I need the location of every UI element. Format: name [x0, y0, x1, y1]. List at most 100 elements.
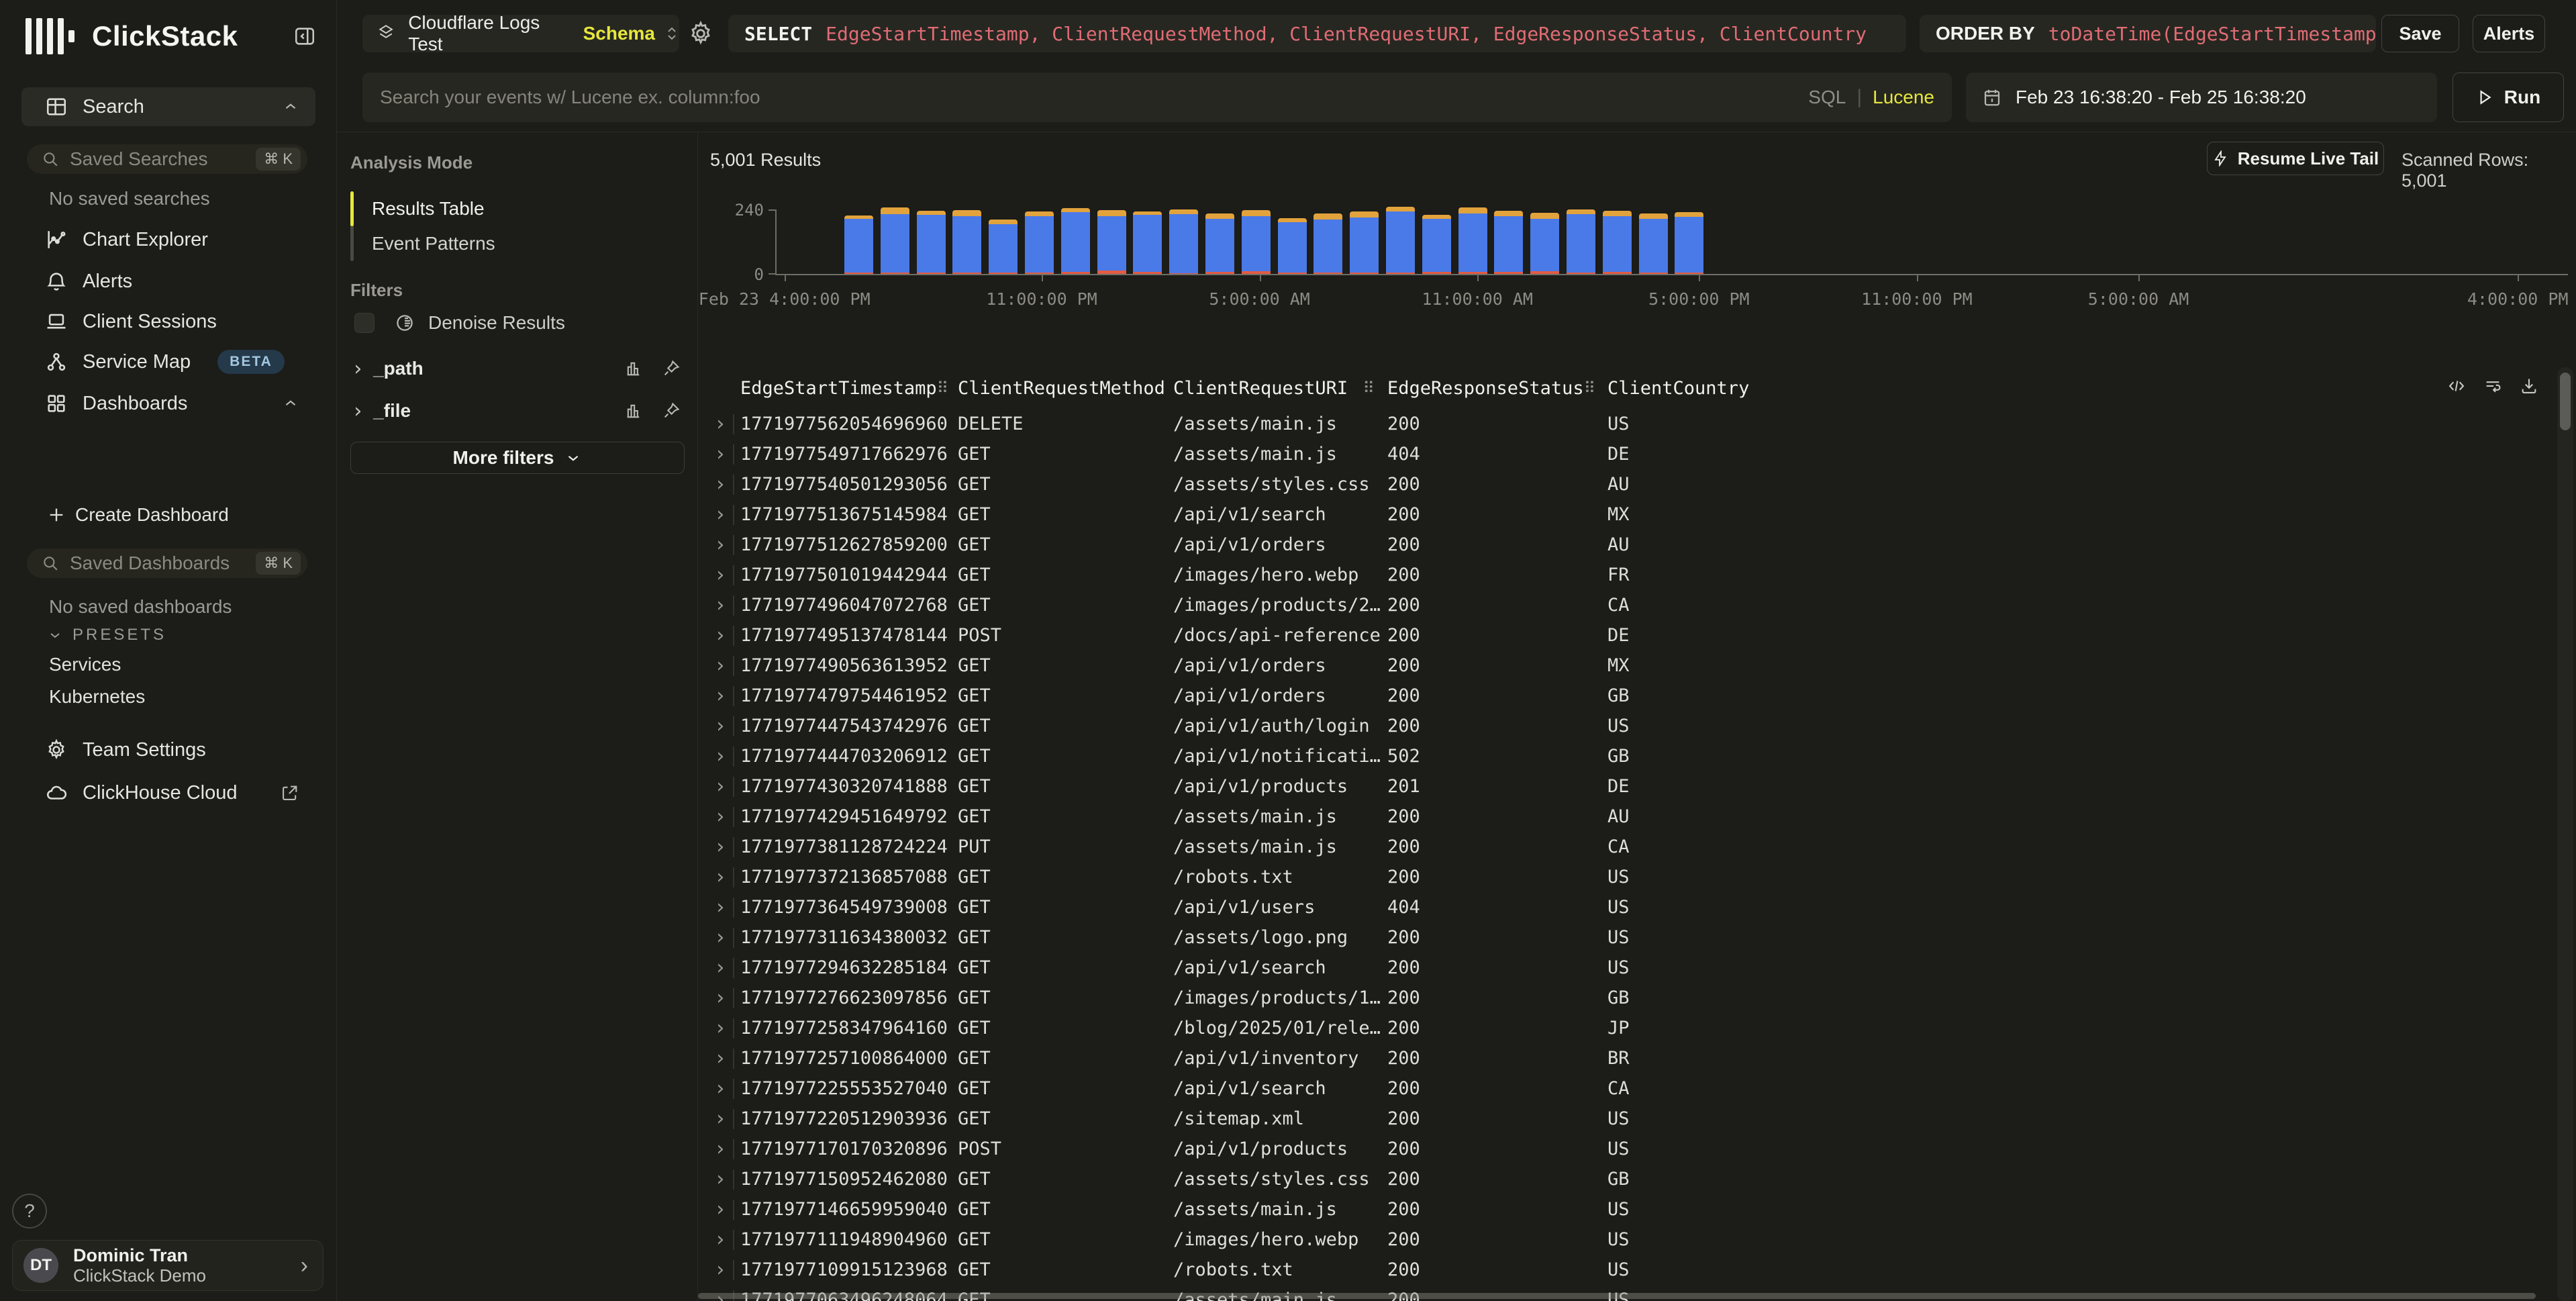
expand-row-icon[interactable]: ›	[707, 533, 733, 557]
column-header[interactable]: EdgeStartTimestamp⠿	[734, 378, 952, 399]
saved-searches-search[interactable]: ⌘ K	[27, 144, 307, 174]
expand-row-icon[interactable]: ›	[707, 986, 733, 1010]
table-row[interactable]: › 1771977549717662976 GET /assets/main.j…	[707, 439, 2516, 469]
filter-field-file[interactable]: › _file	[352, 396, 683, 426]
table-row[interactable]: › 1771977540501293056 GET /assets/styles…	[707, 469, 2516, 499]
event-search-box[interactable]: SQL | Lucene	[362, 73, 1952, 122]
filter-field-path[interactable]: › _path	[352, 354, 683, 383]
sidebar-item-service-map[interactable]: Service Map BETA	[21, 342, 315, 381]
source-selector[interactable]: Cloudflare Logs Test Schema	[362, 15, 679, 52]
preset-kubernetes[interactable]: Kubernetes	[49, 686, 145, 708]
download-icon[interactable]	[2520, 377, 2538, 395]
table-row[interactable]: › 1771977490563613952 GET /api/v1/orders…	[707, 650, 2516, 681]
expand-row-icon[interactable]: ›	[707, 1137, 733, 1161]
table-row[interactable]: › 1771977429451649792 GET /assets/main.j…	[707, 802, 2516, 832]
column-header[interactable]: EdgeResponseStatus⠿	[1381, 378, 1601, 399]
sql-toggle[interactable]: SQL	[1808, 87, 1846, 108]
horizontal-scrollbar[interactable]	[698, 1293, 2536, 1299]
table-row[interactable]: › 1771977258347964160 GET /blog/2025/01/…	[707, 1013, 2516, 1043]
select-clause-editor[interactable]: SELECT EdgeStartTimestamp, ClientRequest…	[728, 15, 1906, 52]
table-row[interactable]: › 1771977512627859200 GET /api/v1/orders…	[707, 530, 2516, 560]
order-by-editor[interactable]: ORDER BY toDateTime(EdgeStartTimestamp /	[1920, 15, 2376, 52]
presets-section-toggle[interactable]: PRESETS	[47, 626, 166, 644]
expand-row-icon[interactable]: ›	[707, 805, 733, 828]
collapse-sidebar-icon[interactable]	[293, 25, 316, 48]
expand-row-icon[interactable]: ›	[707, 926, 733, 949]
table-row[interactable]: › 1771977220512903936 GET /sitemap.xml 2…	[707, 1104, 2516, 1134]
user-menu[interactable]: DT Dominic Tran ClickStack Demo ›	[12, 1240, 324, 1291]
table-row[interactable]: › 1771977150952462080 GET /assets/styles…	[707, 1164, 2516, 1194]
pin-icon[interactable]	[662, 401, 681, 420]
table-row[interactable]: › 1771977257100864000 GET /api/v1/invent…	[707, 1043, 2516, 1073]
column-header[interactable]: ClientRequestURI⠿	[1167, 378, 1381, 399]
help-button[interactable]: ?	[12, 1194, 47, 1228]
expand-row-icon[interactable]: ›	[707, 1198, 733, 1221]
run-button[interactable]: Run	[2453, 73, 2564, 122]
table-row[interactable]: › 1771977562054696960 DELETE /assets/mai…	[707, 409, 2516, 439]
sidebar-item-clickhouse-cloud[interactable]: ClickHouse Cloud	[21, 773, 315, 812]
expand-row-icon[interactable]: ›	[707, 1258, 733, 1282]
expand-row-icon[interactable]: ›	[707, 442, 733, 466]
table-row[interactable]: › 1771977109915123968 GET /robots.txt 20…	[707, 1255, 2516, 1285]
expand-row-icon[interactable]: ›	[707, 412, 733, 436]
expand-row-icon[interactable]: ›	[707, 714, 733, 738]
expand-row-icon[interactable]: ›	[707, 865, 733, 889]
table-row[interactable]: › 1771977111948904960 GET /images/hero.w…	[707, 1224, 2516, 1255]
bar-chart-icon[interactable]	[624, 359, 643, 378]
table-row[interactable]: › 1771977496047072768 GET /images/produc…	[707, 590, 2516, 620]
table-row[interactable]: › 1771977276623097856 GET /images/produc…	[707, 983, 2516, 1013]
bar-chart-icon[interactable]	[624, 401, 643, 420]
column-header[interactable]: ClientCountry	[1601, 378, 2516, 399]
expand-row-icon[interactable]: ›	[707, 684, 733, 708]
sidebar-item-client-sessions[interactable]: Client Sessions	[21, 302, 315, 341]
table-row[interactable]: › 1771977447543742976 GET /api/v1/auth/l…	[707, 711, 2516, 741]
denoise-checkbox[interactable]	[354, 313, 375, 333]
sidebar-item-alerts[interactable]: Alerts	[21, 262, 315, 301]
table-row[interactable]: › 1771977311634380032 GET /assets/logo.p…	[707, 922, 2516, 953]
expand-row-icon[interactable]: ›	[707, 654, 733, 677]
sidebar-item-search[interactable]: Search	[21, 87, 315, 126]
table-row[interactable]: › 1771977495137478144 POST /docs/api-ref…	[707, 620, 2516, 650]
table-row[interactable]: › 1771977430320741888 GET /api/v1/produc…	[707, 771, 2516, 802]
expand-row-icon[interactable]: ›	[707, 956, 733, 979]
gear-icon[interactable]	[687, 20, 714, 47]
preset-services[interactable]: Services	[49, 654, 121, 675]
saved-dashboards-input[interactable]	[70, 552, 256, 574]
saved-dashboards-search[interactable]: ⌘ K	[27, 548, 307, 578]
sidebar-item-team-settings[interactable]: Team Settings	[21, 730, 315, 769]
create-dashboard-button[interactable]: Create Dashboard	[21, 495, 315, 534]
vertical-scrollbar[interactable]	[2557, 367, 2573, 1301]
table-row[interactable]: › 1771977225553527040 GET /api/v1/search…	[707, 1073, 2516, 1104]
table-row[interactable]: › 1771977501019442944 GET /images/hero.w…	[707, 560, 2516, 590]
save-button[interactable]: Save	[2381, 15, 2459, 52]
alerts-button[interactable]: Alerts	[2473, 15, 2545, 52]
table-row[interactable]: › 1771977364549739008 GET /api/v1/users …	[707, 892, 2516, 922]
pin-icon[interactable]	[662, 359, 681, 378]
table-row[interactable]: › 1771977444703206912 GET /api/v1/notifi…	[707, 741, 2516, 771]
scrollbar-thumb[interactable]	[2560, 373, 2571, 430]
sidebar-item-dashboards[interactable]: Dashboards	[21, 384, 315, 423]
expand-row-icon[interactable]: ›	[707, 744, 733, 768]
table-row[interactable]: › 1771977381128724224 PUT /assets/main.j…	[707, 832, 2516, 862]
column-drag-handle[interactable]: ⠿	[937, 379, 949, 397]
expand-row-icon[interactable]: ›	[707, 473, 733, 496]
table-row[interactable]: › 1771977479754461952 GET /api/v1/orders…	[707, 681, 2516, 711]
more-filters-button[interactable]: More filters	[350, 442, 685, 474]
saved-searches-input[interactable]	[70, 148, 256, 170]
query-language-toggle[interactable]: SQL | Lucene	[1808, 86, 1934, 109]
denoise-results-toggle[interactable]: Denoise Results	[354, 312, 565, 334]
expand-row-icon[interactable]: ›	[707, 1016, 733, 1040]
expand-row-icon[interactable]: ›	[707, 563, 733, 587]
expand-row-icon[interactable]: ›	[707, 1167, 733, 1191]
expand-row-icon[interactable]: ›	[707, 1107, 733, 1130]
events-histogram[interactable]: 240 0	[698, 132, 2576, 275]
expand-row-icon[interactable]: ›	[707, 624, 733, 647]
table-row[interactable]: › 1771977372136857088 GET /robots.txt 20…	[707, 862, 2516, 892]
expand-row-icon[interactable]: ›	[707, 1077, 733, 1100]
table-row[interactable]: › 1771977294632285184 GET /api/v1/search…	[707, 953, 2516, 983]
table-row[interactable]: › 1771977146659959040 GET /assets/main.j…	[707, 1194, 2516, 1224]
mode-event-patterns[interactable]: Event Patterns	[372, 230, 495, 257]
expand-row-icon[interactable]: ›	[707, 1047, 733, 1070]
sidebar-item-chart-explorer[interactable]: Chart Explorer	[21, 220, 315, 259]
column-header[interactable]: ClientRequestMethod⠿	[952, 378, 1167, 399]
